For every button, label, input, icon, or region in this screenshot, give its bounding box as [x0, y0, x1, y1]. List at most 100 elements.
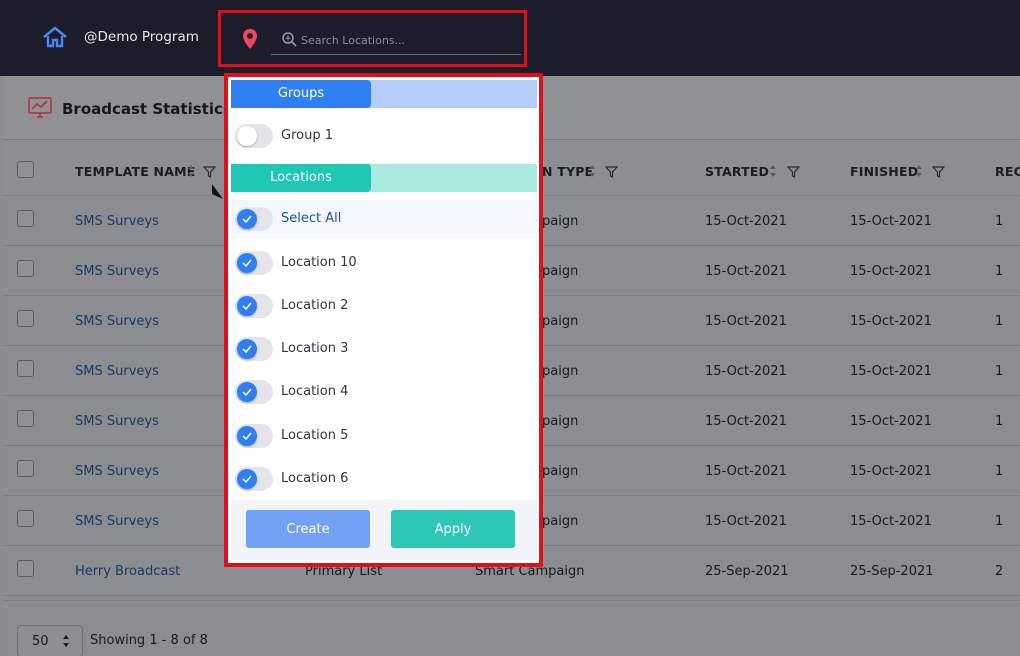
header-finished[interactable]: FINISHED: [850, 164, 918, 179]
finished-cell: 15-Oct-2021: [850, 414, 932, 429]
template-name-link[interactable]: SMS Surveys: [75, 514, 159, 529]
check-icon: [242, 345, 252, 353]
check-icon: [242, 259, 252, 267]
check-icon: [242, 215, 252, 223]
check-icon: [242, 432, 252, 440]
toggle-knob: [237, 339, 257, 359]
toggle-knob: [237, 426, 257, 446]
group-label: Group 1: [281, 128, 333, 143]
started-cell: 25-Sep-2021: [705, 564, 789, 579]
group-toggle[interactable]: [235, 124, 273, 148]
template-name-link[interactable]: SMS Surveys: [75, 314, 159, 329]
row-checkbox[interactable]: [17, 510, 34, 527]
location-item[interactable]: Location 10: [231, 244, 537, 282]
select-all-label[interactable]: Select All: [281, 211, 341, 226]
recipients-cell: 1: [995, 414, 1004, 429]
location-label: Location 3: [281, 341, 349, 356]
finished-cell: 15-Oct-2021: [850, 314, 932, 329]
page-size-select[interactable]: 50: [17, 625, 83, 656]
locations-tab[interactable]: Locations: [231, 164, 371, 192]
type-cell: paign: [542, 414, 579, 429]
check-icon: [242, 388, 252, 396]
pagination-summary: Showing 1 - 8 of 8: [90, 633, 208, 648]
template-name-link[interactable]: SMS Surveys: [75, 464, 159, 479]
location-item[interactable]: Location 2: [231, 287, 537, 325]
recipients-cell: 1: [995, 314, 1004, 329]
type-cell: paign: [542, 264, 579, 279]
row-checkbox[interactable]: [17, 360, 34, 377]
row-checkbox[interactable]: [17, 210, 34, 227]
row-checkbox[interactable]: [17, 310, 34, 327]
group-item[interactable]: Group 1: [231, 117, 537, 155]
template-name-link[interactable]: SMS Surveys: [75, 364, 159, 379]
started-cell: 15-Oct-2021: [705, 264, 787, 279]
template-name-link[interactable]: SMS Surveys: [75, 264, 159, 279]
row-checkbox[interactable]: [17, 410, 34, 427]
search-icon: [282, 32, 297, 47]
select-all-checkbox[interactable]: [17, 161, 34, 178]
location-toggle[interactable]: [235, 337, 273, 361]
stats-chart-icon: [28, 97, 52, 118]
create-button[interactable]: Create: [246, 510, 370, 548]
recipients-cell: 1: [995, 264, 1004, 279]
row-checkbox[interactable]: [17, 460, 34, 477]
location-toggle[interactable]: [235, 294, 273, 318]
toggle-knob: [237, 209, 257, 229]
started-cell: 15-Oct-2021: [705, 314, 787, 329]
check-icon: [242, 302, 252, 310]
groups-section-header: Groups: [231, 80, 537, 108]
recipients-cell: 1: [995, 514, 1004, 529]
location-toggle[interactable]: [235, 424, 273, 448]
location-item[interactable]: Location 6: [231, 460, 537, 498]
program-name[interactable]: @Demo Program: [84, 29, 199, 45]
started-cell: 15-Oct-2021: [705, 214, 787, 229]
location-item[interactable]: Location 3: [231, 330, 537, 368]
finished-cell: 15-Oct-2021: [850, 214, 932, 229]
type-cell: paign: [542, 464, 579, 479]
template-name-link[interactable]: SMS Surveys: [75, 414, 159, 429]
location-toggle[interactable]: [235, 251, 273, 275]
finished-cell: 15-Oct-2021: [850, 464, 932, 479]
header-recipients[interactable]: REC: [995, 164, 1020, 179]
location-item[interactable]: Location 5: [231, 417, 537, 455]
filter-icon[interactable]: [932, 166, 945, 178]
location-toggle[interactable]: [235, 467, 273, 491]
started-cell: 15-Oct-2021: [705, 464, 787, 479]
location-dropdown: Groups Group 1 Locations Select All Loca…: [224, 73, 543, 567]
location-label: Location 6: [281, 471, 349, 486]
header-type[interactable]: N TYPE: [542, 164, 593, 179]
select-arrows-icon: [63, 635, 69, 647]
search-locations-input[interactable]: [301, 29, 511, 51]
header-started[interactable]: STARTED: [705, 164, 769, 179]
header-template-name[interactable]: TEMPLATE NAME: [75, 164, 195, 179]
search-field[interactable]: [271, 25, 521, 55]
template-name-link[interactable]: SMS Surveys: [75, 214, 159, 229]
filter-icon[interactable]: [203, 166, 216, 178]
type-cell: paign: [542, 314, 579, 329]
sort-icon[interactable]: [588, 164, 596, 178]
finished-cell: 15-Oct-2021: [850, 264, 932, 279]
filter-icon[interactable]: [787, 166, 800, 178]
row-checkbox[interactable]: [17, 560, 34, 577]
groups-tab[interactable]: Groups: [231, 80, 371, 108]
dropdown-actions: Create Apply: [231, 500, 537, 560]
type-cell: paign: [542, 514, 579, 529]
location-toggle[interactable]: [235, 380, 273, 404]
select-all-item[interactable]: Select All: [231, 200, 537, 238]
home-icon[interactable]: [42, 26, 68, 48]
started-cell: 15-Oct-2021: [705, 514, 787, 529]
sort-icon[interactable]: [915, 164, 923, 178]
sort-icon[interactable]: [769, 164, 777, 178]
finished-cell: 25-Sep-2021: [850, 564, 934, 579]
apply-button[interactable]: Apply: [391, 510, 515, 548]
filter-icon[interactable]: [605, 166, 618, 178]
finished-cell: 15-Oct-2021: [850, 364, 932, 379]
type-cell: paign: [542, 364, 579, 379]
row-checkbox[interactable]: [17, 260, 34, 277]
location-label: Location 2: [281, 298, 349, 313]
toggle-knob: [237, 253, 257, 273]
template-name-link[interactable]: Herry Broadcast: [75, 564, 180, 579]
sort-icon[interactable]: [187, 164, 195, 178]
select-all-toggle[interactable]: [235, 207, 273, 231]
location-item[interactable]: Location 4: [231, 373, 537, 411]
